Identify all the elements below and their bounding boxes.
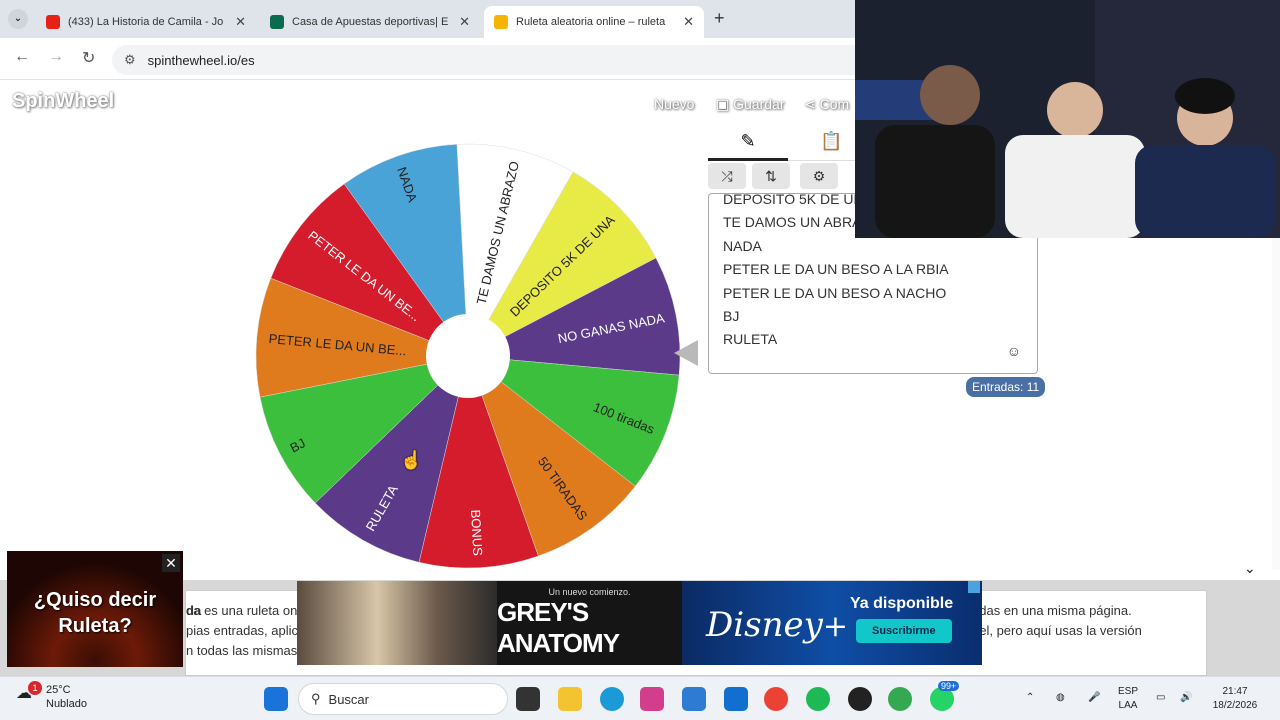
tab-results[interactable]: 📋 bbox=[820, 131, 842, 152]
chevron-down-icon[interactable]: ⌄ bbox=[1244, 560, 1256, 577]
forward-icon[interactable]: → bbox=[48, 48, 64, 66]
close-icon[interactable]: ✕ bbox=[162, 554, 180, 572]
app-icon[interactable] bbox=[682, 687, 706, 711]
wheel-segment-label: BONUS bbox=[468, 509, 485, 556]
share-icon: ⋖ bbox=[804, 96, 820, 112]
sort-button[interactable]: ⇅ bbox=[752, 163, 790, 189]
entry-line[interactable]: PETER LE DA UN BESO A LA RBIA bbox=[723, 258, 1023, 281]
tab-close-icon[interactable]: ✕ bbox=[683, 14, 694, 30]
save-button[interactable]: ▣ Guardar bbox=[716, 96, 784, 113]
search-icon: ⚲ bbox=[311, 691, 321, 706]
tab-entries[interactable]: ✎ bbox=[708, 127, 788, 161]
popup-text: ¿Quiso decir Ruleta? bbox=[33, 589, 157, 637]
clipboard-icon: 📋 bbox=[820, 131, 843, 151]
emoji-icon[interactable]: ☺ bbox=[1007, 343, 1021, 359]
pencil-icon: ✎ bbox=[740, 131, 756, 151]
clock[interactable]: 21:47 18/2/2026 bbox=[1206, 685, 1264, 713]
tab-favicon-icon bbox=[494, 15, 508, 29]
disney-logo: Disney+ bbox=[706, 605, 848, 645]
desc-line-3: n todas las mismas bbox=[186, 643, 298, 658]
shuffle-button[interactable]: ⤮ bbox=[708, 163, 746, 189]
wheel-center[interactable] bbox=[426, 314, 510, 398]
chrome-profile-icon[interactable] bbox=[888, 687, 912, 711]
ad-available: Ya disponible bbox=[850, 595, 954, 612]
tab-1[interactable]: (433) La Historia de Camila - Jo ✕ bbox=[36, 6, 256, 38]
network-tray-icon[interactable]: ◍ bbox=[1056, 691, 1065, 705]
tab-3[interactable]: Ruleta aleatoria online – ruleta ✕ bbox=[484, 6, 704, 38]
spin-wheel[interactable]: TE DAMOS UN ABRAZODEPOSITO 5K DE UNANO G… bbox=[252, 140, 684, 572]
tab-search-button[interactable]: ⌄ bbox=[8, 9, 28, 29]
outlook-icon[interactable] bbox=[724, 687, 748, 711]
ad-info-icon[interactable] bbox=[968, 581, 980, 593]
new-button[interactable]: Nuevo bbox=[654, 96, 694, 112]
tab-close-icon[interactable]: ✕ bbox=[459, 14, 470, 30]
settings-button[interactable]: ⚙ bbox=[800, 163, 838, 189]
weather-widget[interactable]: ☁ 1 25°C Nublado bbox=[16, 681, 87, 711]
file-explorer-icon[interactable] bbox=[558, 687, 582, 711]
share-button[interactable]: ⋖ Com bbox=[804, 96, 849, 113]
share-label: Com bbox=[819, 96, 850, 112]
save-icon: ▣ bbox=[716, 96, 734, 112]
desc-line-right-1: adas en una misma página. bbox=[972, 603, 1132, 618]
ad-cast-photo bbox=[297, 581, 497, 665]
obs-icon[interactable] bbox=[848, 687, 872, 711]
entry-line[interactable]: BJ bbox=[723, 305, 1023, 328]
tab-2[interactable]: Casa de Apuestas deportivas| E ✕ bbox=[260, 6, 480, 38]
store-icon[interactable] bbox=[640, 687, 664, 711]
tab-title: Ruleta aleatoria online – ruleta bbox=[516, 16, 666, 28]
wheel-pointer bbox=[674, 340, 698, 366]
tab-close-icon[interactable]: ✕ bbox=[235, 14, 246, 30]
spotify-icon[interactable] bbox=[806, 687, 830, 711]
reload-icon[interactable]: ↻ bbox=[82, 48, 95, 68]
shuffle-icon: ⤮ bbox=[721, 167, 733, 184]
site-info-icon[interactable]: ⚙ bbox=[124, 52, 136, 68]
entry-line[interactable]: NADA bbox=[723, 235, 1023, 258]
ad-tagline: Un nuevo comienzo. bbox=[548, 587, 631, 597]
webcam-scene bbox=[855, 0, 1280, 238]
ad-show-title: GREY'S ANATOMY bbox=[497, 597, 620, 658]
language-indicator[interactable]: ESP LAA bbox=[1118, 685, 1138, 713]
chrome-icon[interactable] bbox=[764, 687, 788, 711]
search-placeholder: Buscar bbox=[328, 691, 369, 707]
entry-line[interactable]: RULETA bbox=[723, 328, 1023, 351]
task-view-icon[interactable] bbox=[516, 687, 540, 711]
gear-icon: ⚙ bbox=[812, 167, 826, 184]
ad-disney-panel: Disney+ Ya disponible Suscribirme bbox=[682, 581, 982, 665]
desc-line-2: pias entradas, aplic bbox=[186, 623, 299, 638]
desc-line-right-2: eel, pero aquí usas la versión bbox=[972, 623, 1142, 638]
entries-count-badge: Entradas: 11 bbox=[966, 377, 1046, 397]
edge-icon[interactable] bbox=[600, 687, 624, 711]
url-input[interactable]: ⚙ spinthewheel.io/es bbox=[112, 45, 872, 75]
hand-cursor-icon: ☝ bbox=[400, 450, 423, 470]
new-tab-button[interactable]: + bbox=[714, 8, 725, 29]
volume-icon[interactable]: 🔊 bbox=[1180, 691, 1192, 705]
tab-title: Casa de Apuestas deportivas| E bbox=[292, 16, 449, 28]
weather-desc: Nublado bbox=[46, 698, 87, 710]
tab-title: (433) La Historia de Camila - Jo bbox=[68, 16, 224, 28]
start-button[interactable] bbox=[264, 687, 288, 711]
tab-favicon-icon bbox=[270, 15, 284, 29]
site-logo[interactable]: SpinWheel bbox=[12, 90, 114, 113]
roulette-ad-popup[interactable]: ✕ ¿Quiso decir Ruleta? bbox=[7, 551, 183, 667]
ad-subscribe-button[interactable]: Suscribirme bbox=[856, 619, 952, 643]
ad-greys-panel: Un nuevo comienzo. GREY'S ANATOMY bbox=[497, 581, 682, 665]
weather-badge: 1 bbox=[28, 681, 42, 695]
tab-favicon-icon bbox=[46, 15, 60, 29]
entry-line[interactable]: PETER LE DA UN BESO A NACHO bbox=[723, 282, 1023, 305]
url-text: spinthewheel.io/es bbox=[147, 52, 255, 68]
sort-icon: ⇅ bbox=[765, 167, 777, 184]
chevron-up-icon[interactable]: ⌃ bbox=[1026, 691, 1034, 705]
weather-temp: 25°C bbox=[46, 684, 71, 696]
desc-line-1-text: da es una ruleta onli bbox=[186, 603, 304, 618]
taskbar-search[interactable]: ⚲ Buscar bbox=[298, 683, 508, 715]
disney-ad-banner[interactable]: Un nuevo comienzo. GREY'S ANATOMY Disney… bbox=[297, 581, 982, 665]
save-label: Guardar bbox=[733, 96, 785, 112]
whatsapp-badge: 99+ bbox=[938, 681, 960, 691]
mic-icon[interactable]: 🎤 bbox=[1088, 691, 1100, 705]
display-icon[interactable]: ▭ bbox=[1156, 691, 1165, 705]
back-icon[interactable]: ← bbox=[14, 48, 30, 66]
webcam-overlay bbox=[855, 0, 1280, 238]
windows-taskbar: ☁ 1 25°C Nublado ⚲ Buscar 99+ ⌃ ◍ 🎤 ESP L… bbox=[0, 676, 1280, 720]
